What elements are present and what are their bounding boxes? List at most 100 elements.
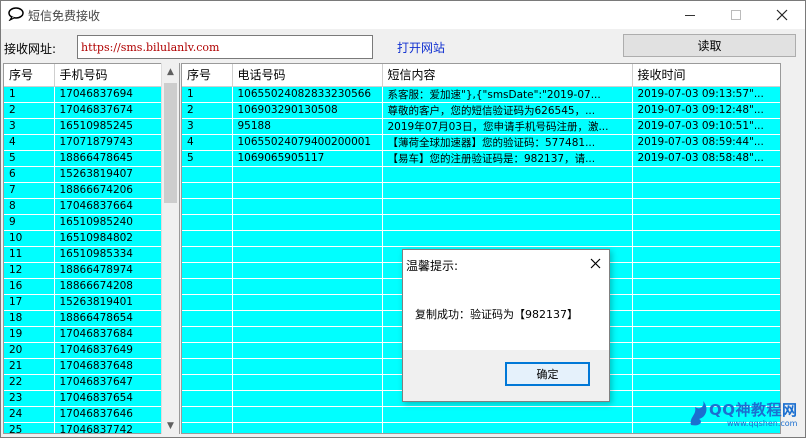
empty-cell (182, 278, 233, 295)
minimize-icon (685, 14, 695, 16)
empty-cell (232, 358, 383, 375)
column-header-index[interactable]: 序号 (4, 64, 55, 87)
table-row[interactable]: 24 17046837646 (4, 406, 163, 423)
row-index: 7 (4, 182, 55, 199)
close-button[interactable] (759, 1, 805, 29)
phone-number-cell: 17046837654 (54, 390, 163, 407)
table-row[interactable]: 17 15263819401 (4, 294, 163, 311)
table-row[interactable]: 21 17046837648 (4, 358, 163, 375)
table-row[interactable]: 18 18866478654 (4, 310, 163, 327)
row-index: 5 (182, 150, 233, 167)
row-index: 22 (4, 374, 55, 391)
row-index: 16 (4, 278, 55, 295)
close-icon (776, 9, 788, 21)
row-index: 3 (182, 118, 233, 135)
column-header-phone[interactable]: 手机号码 (54, 64, 163, 87)
empty-cell (632, 358, 780, 375)
phone-number-cell: 17046837649 (54, 342, 163, 359)
table-row[interactable]: 1 17046837694 (4, 86, 163, 103)
empty-cell (182, 390, 233, 407)
row-index: 1 (4, 86, 55, 103)
table-row[interactable]: 2 17046837674 (4, 102, 163, 119)
empty-cell (232, 310, 383, 327)
empty-cell (232, 422, 383, 433)
open-website-link[interactable]: 打开网站 (397, 39, 445, 56)
column-header-index[interactable]: 序号 (182, 64, 233, 87)
table-row[interactable]: 2 106903290130508 尊敬的客户，您的短信验证码为626545，...… (182, 102, 780, 119)
phone-number-cell: 17046837684 (54, 326, 163, 343)
row-index: 5 (4, 150, 55, 167)
empty-cell (632, 182, 780, 199)
sms-content-cell: 【易车】您的注册验证码是：982137，请... (382, 150, 633, 167)
empty-cell (232, 246, 383, 263)
row-index: 19 (4, 326, 55, 343)
phone-number-cell: 15263819407 (54, 166, 163, 183)
table-row[interactable]: 19 17046837684 (4, 326, 163, 343)
table-row[interactable]: 3 95188 2019年07月03日，您申请手机号码注册，激... 2019-07-… (182, 118, 780, 135)
table-row[interactable]: 12 18866478974 (4, 262, 163, 279)
empty-cell (182, 342, 233, 359)
title-bar: 短信免费接收 (1, 1, 805, 29)
phone-number-table: 序号 手机号码 1 17046837694 2 17046837674 3 1651098… (4, 64, 163, 433)
table-row[interactable]: 22 17046837647 (4, 374, 163, 391)
table-row[interactable]: 10 16510984802 (4, 230, 163, 247)
empty-cell (632, 198, 780, 215)
table-row[interactable]: 25 17046837742 (4, 422, 163, 433)
empty-cell (182, 310, 233, 327)
scroll-up-icon[interactable]: ▲ (162, 63, 179, 80)
url-label: 接收网址: (4, 42, 57, 56)
scrollbar-thumb[interactable] (164, 83, 177, 203)
column-header-time[interactable]: 接收时间 (632, 64, 780, 87)
table-row[interactable]: 7 18866674206 (4, 182, 163, 199)
phone-number-cell: 16510985334 (54, 246, 163, 263)
table-row[interactable]: 1 10655024082833230566 系客服：爱加速"},{"smsDate… (182, 86, 780, 103)
scroll-down-icon[interactable]: ▼ (162, 417, 179, 434)
table-row[interactable]: 8 17046837664 (4, 198, 163, 215)
phone-number-cell: 17046837646 (54, 406, 163, 423)
watermark-url: www.qqshen.com (727, 419, 798, 428)
phone-number-cell: 10655024082833230566 (232, 86, 383, 103)
empty-cell (182, 406, 233, 423)
table-row[interactable]: 5 18866478645 (4, 150, 163, 167)
table-row[interactable]: 16 18866674208 (4, 278, 163, 295)
table-row[interactable]: 9 16510985240 (4, 214, 163, 231)
row-index: 12 (4, 262, 55, 279)
sms-content-cell: 2019年07月03日，您申请手机号码注册，激... (382, 118, 633, 135)
table-row[interactable]: 11 16510985334 (4, 246, 163, 263)
table-row[interactable]: 3 16510985245 (4, 118, 163, 135)
dialog-close-button[interactable] (583, 253, 607, 273)
column-header-content[interactable]: 短信内容 (382, 64, 633, 87)
row-index: 2 (4, 102, 55, 119)
read-button[interactable]: 读取 (623, 34, 796, 57)
empty-row (182, 166, 780, 183)
empty-row (182, 214, 780, 231)
row-index: 9 (4, 214, 55, 231)
vertical-scrollbar[interactable]: ▲ ▼ (161, 63, 179, 434)
maximize-button[interactable] (713, 1, 759, 29)
empty-cell (382, 214, 633, 231)
ok-button[interactable]: 确定 (505, 362, 590, 386)
empty-row (182, 182, 780, 199)
empty-cell (232, 278, 383, 295)
empty-cell (632, 294, 780, 311)
empty-cell (632, 342, 780, 359)
column-header-phone[interactable]: 电话号码 (232, 64, 383, 87)
row-index: 11 (4, 246, 55, 263)
receive-time-cell: 2019-07-03 08:59:44"... (632, 134, 780, 151)
table-row[interactable]: 4 10655024079400200001 【薄荷全球加速器】您的验证码：5774… (182, 134, 780, 151)
empty-cell (232, 166, 383, 183)
receive-time-cell: 2019-07-03 08:58:48"... (632, 150, 780, 167)
row-index: 21 (4, 358, 55, 375)
phone-number-cell: 16510984802 (54, 230, 163, 247)
table-row[interactable]: 20 17046837649 (4, 342, 163, 359)
table-row[interactable]: 5 1069065905117 【易车】您的注册验证码是：982137，请... 20… (182, 150, 780, 167)
empty-cell (232, 294, 383, 311)
row-index: 4 (4, 134, 55, 151)
table-row[interactable]: 23 17046837654 (4, 390, 163, 407)
table-row[interactable]: 6 15263819407 (4, 166, 163, 183)
window-edge (781, 63, 805, 434)
table-row[interactable]: 4 17071879743 (4, 134, 163, 151)
url-input[interactable]: https://sms.bilulanlv.com (77, 35, 373, 59)
receive-time-cell: 2019-07-03 09:10:51"... (632, 118, 780, 135)
minimize-button[interactable] (667, 1, 713, 29)
